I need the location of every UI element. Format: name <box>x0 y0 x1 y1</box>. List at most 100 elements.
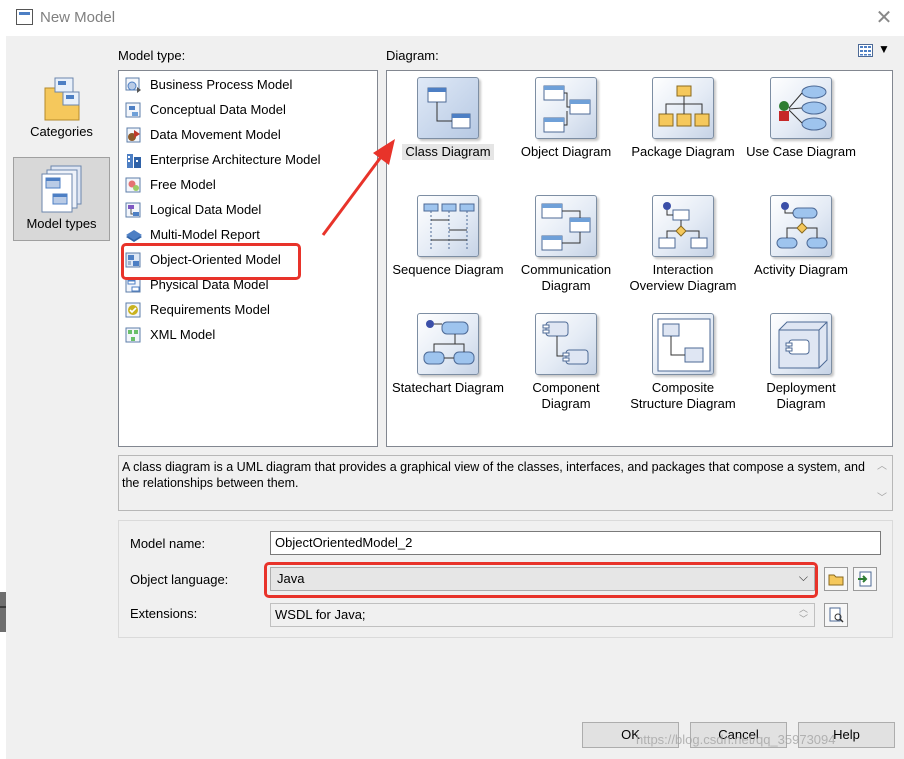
conceptual-data-icon <box>125 102 141 118</box>
scroll-up-icon[interactable]: ︿ <box>873 459 891 475</box>
list-item-enterprise-architecture[interactable]: Enterprise Architecture Model <box>125 149 321 171</box>
category-model-types-button[interactable]: Model types <box>13 157 110 241</box>
component-diagram-icon <box>535 313 597 375</box>
extensions-label: Extensions: <box>130 606 198 621</box>
diagram-component[interactable]: Component Diagram <box>507 313 625 412</box>
diagram-label-text: Object Diagram <box>520 144 612 159</box>
model-name-input[interactable]: ObjectOrientedModel_2 <box>270 531 881 555</box>
list-item-label: Enterprise Architecture Model <box>150 152 321 167</box>
list-item-label: Requirements Model <box>150 302 270 317</box>
diagram-label: Diagram: <box>386 48 439 63</box>
interaction-overview-icon <box>652 195 714 257</box>
document-search-icon <box>829 607 844 623</box>
browse-folder-button[interactable] <box>824 567 848 591</box>
object-diagram-icon <box>535 77 597 139</box>
diagram-deployment[interactable]: Deployment Diagram <box>742 313 860 412</box>
use-case-diagram-icon <box>770 77 832 139</box>
list-item-logical-data[interactable]: Logical Data Model <box>125 199 261 221</box>
close-button[interactable]: ✕ <box>870 4 898 32</box>
description-text: A class diagram is a UML diagram that pr… <box>122 460 865 490</box>
folder-icon <box>44 77 80 121</box>
list-item-free-model[interactable]: Free Model <box>125 174 216 196</box>
diagram-label-text: Deployment Diagram <box>766 380 836 411</box>
title-bar: New Model ✕ <box>0 0 904 36</box>
composite-structure-icon <box>652 313 714 375</box>
model-type-label: Model type: <box>118 48 186 63</box>
list-item-conceptual-data[interactable]: Conceptual Data Model <box>125 99 286 121</box>
category-label: Model types <box>26 216 97 231</box>
extensions-input[interactable]: WSDL for Java; ︿ ﹀ <box>270 603 815 627</box>
list-item-label: Conceptual Data Model <box>150 102 286 117</box>
diagram-label-text: Interaction Overview Diagram <box>629 262 737 293</box>
diagram-object[interactable]: Object Diagram <box>507 77 625 160</box>
list-item-requirements[interactable]: Requirements Model <box>125 299 270 321</box>
diagram-panel[interactable]: Class Diagram Object Diagram Package Dia… <box>386 70 893 447</box>
list-item-label: XML Model <box>150 327 216 342</box>
requirements-icon <box>125 302 141 318</box>
highlight-object-language <box>264 562 818 598</box>
diagram-label-text: Sequence Diagram <box>392 262 504 277</box>
highlight-object-oriented <box>121 243 301 280</box>
diagram-label-text: Package Diagram <box>631 144 735 159</box>
extensions-value: WSDL for Java; <box>275 607 366 622</box>
watermark-text: https://blog.csdn.net/qq_35973094 <box>636 732 836 747</box>
description-scrollbar[interactable]: ︿ ﹀ <box>873 457 891 509</box>
model-types-icon <box>41 165 82 213</box>
import-icon <box>858 571 872 587</box>
spin-icon[interactable]: ︿ ﹀ <box>799 604 808 624</box>
diagram-interaction-overview[interactable]: Interaction Overview Diagram <box>624 195 742 294</box>
sequence-diagram-icon <box>417 195 479 257</box>
list-item-label: Data Movement Model <box>150 127 281 142</box>
report-icon <box>126 230 142 242</box>
background-strip-line <box>0 606 6 608</box>
activity-diagram-icon <box>770 195 832 257</box>
view-mode-dropdown[interactable]: ▼ <box>858 42 890 60</box>
model-name-label: Model name: <box>130 536 206 551</box>
chevron-down-icon: ▼ <box>878 42 890 56</box>
diagram-label-text: Composite Structure Diagram <box>630 380 736 411</box>
diagram-label-text: Component Diagram <box>532 380 600 411</box>
xml-model-icon <box>125 327 141 343</box>
diagram-label-text: Communication Diagram <box>520 262 612 293</box>
communication-diagram-icon <box>535 195 597 257</box>
scroll-down-icon[interactable]: ﹀ <box>873 491 891 507</box>
diagram-class[interactable]: Class Diagram <box>389 77 507 160</box>
folder-icon <box>828 574 844 586</box>
description-box: A class diagram is a UML diagram that pr… <box>118 455 893 511</box>
diagram-composite-structure[interactable]: Composite Structure Diagram <box>624 313 742 412</box>
diagram-label-text: Class Diagram <box>402 144 494 160</box>
category-label: Categories <box>30 124 93 139</box>
diagram-activity[interactable]: Activity Diagram <box>742 195 860 278</box>
deployment-diagram-icon <box>770 313 832 375</box>
list-item-label: Free Model <box>150 177 216 192</box>
list-item-business-process[interactable]: Business Process Model <box>125 74 292 96</box>
diagram-label-text: Activity Diagram <box>754 262 848 277</box>
import-language-button[interactable] <box>853 567 877 591</box>
extension-select-button[interactable] <box>824 603 848 627</box>
window-icon <box>16 9 33 25</box>
diagram-package[interactable]: Package Diagram <box>624 77 742 160</box>
diagram-communication[interactable]: Communication Diagram <box>507 195 625 294</box>
annotation-arrow-icon <box>321 139 395 236</box>
list-item-label: Logical Data Model <box>150 202 262 217</box>
diagram-label-text: Use Case Diagram <box>746 144 856 159</box>
free-model-icon <box>125 177 141 193</box>
background-strip <box>0 592 6 632</box>
diagram-label-text: Statechart Diagram <box>392 380 504 395</box>
list-item-label: Multi-Model Report <box>150 227 260 242</box>
logical-data-icon <box>125 202 141 218</box>
grid-view-icon <box>858 44 873 57</box>
diagram-statechart[interactable]: Statechart Diagram <box>389 313 507 396</box>
enterprise-architecture-icon <box>127 154 141 168</box>
list-item-label: Business Process Model <box>150 77 293 92</box>
package-diagram-icon <box>652 77 714 139</box>
data-movement-icon <box>126 127 141 143</box>
statechart-diagram-icon <box>417 313 479 375</box>
window-title: New Model <box>40 9 116 26</box>
diagram-use-case[interactable]: Use Case Diagram <box>742 77 860 160</box>
list-item-xml-model[interactable]: XML Model <box>125 324 215 346</box>
object-language-label: Object language: <box>130 572 229 587</box>
list-item-data-movement[interactable]: Data Movement Model <box>125 124 281 146</box>
diagram-sequence[interactable]: Sequence Diagram <box>389 195 507 278</box>
category-categories-button[interactable]: Categories <box>13 70 110 154</box>
